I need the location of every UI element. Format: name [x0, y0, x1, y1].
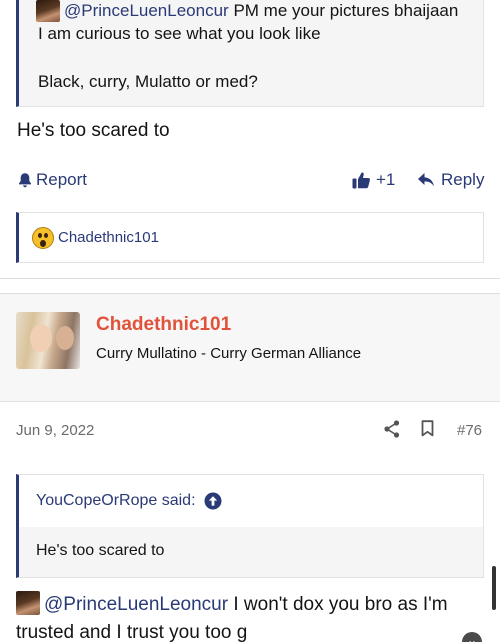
- thumbs-up-icon: [352, 172, 370, 189]
- quote-block: @PrinceLuenLeoncur PM me your pictures b…: [16, 0, 484, 107]
- quote-text: Black, curry, Mulatto or med?: [38, 72, 258, 91]
- arrow-up-circle-icon[interactable]: [204, 492, 222, 510]
- mention-avatar[interactable]: [36, 0, 60, 22]
- mention-avatar[interactable]: [16, 591, 40, 615]
- like-button[interactable]: +1: [352, 168, 395, 192]
- reaction-user-link[interactable]: Chadethnic101: [58, 229, 159, 246]
- scrollbar[interactable]: [492, 566, 496, 610]
- share-icon[interactable]: [384, 420, 400, 438]
- reactions-bar[interactable]: Chadethnic101: [16, 212, 484, 263]
- reply-arrow-icon: [418, 173, 434, 187]
- report-label: Report: [36, 170, 88, 189]
- reply-label: Reply: [441, 170, 485, 189]
- user-title: Curry Mullatino - Curry German Alliance: [96, 345, 362, 362]
- astonished-face-icon: [32, 226, 54, 249]
- like-count: +1: [376, 170, 396, 189]
- post-number-link[interactable]: #76: [457, 422, 482, 439]
- post-date-link[interactable]: Jun 9, 2022: [16, 422, 94, 439]
- report-button[interactable]: Report: [18, 168, 87, 192]
- user-mention-link[interactable]: @PrinceLuenLeoncur: [44, 594, 228, 615]
- post-body: He's too scared to: [17, 120, 170, 141]
- quote-attribution[interactable]: YouCopeOrRope said:: [19, 475, 483, 527]
- post-user-header: Chadethnic101 Curry Mullatino - Curry Ge…: [0, 294, 500, 402]
- post-body: @PrinceLuenLeoncur I won't dox you bro a…: [16, 591, 486, 642]
- quote-text: He's too scared to: [36, 542, 165, 559]
- bookmark-icon[interactable]: [421, 420, 434, 437]
- bell-icon: [19, 173, 31, 188]
- quote-author: YouCopeOrRope said:: [36, 492, 196, 509]
- quote-text: I am curious to see what you look like: [38, 24, 321, 43]
- post-divider: [0, 278, 500, 279]
- quote-block: YouCopeOrRope said: He's too scared to: [16, 474, 484, 578]
- reply-button[interactable]: Reply: [417, 168, 484, 192]
- user-mention-link[interactable]: @PrinceLuenLeoncur: [64, 1, 229, 21]
- username-link[interactable]: Chadethnic101: [96, 314, 231, 336]
- avatar[interactable]: [16, 312, 80, 369]
- quote-text: PM me your pictures bhaijaan: [233, 1, 459, 20]
- post-meta-bar: Jun 9, 2022 #76: [0, 403, 500, 459]
- quote-line: @PrinceLuenLeoncur PM me your pictures b…: [36, 0, 458, 22]
